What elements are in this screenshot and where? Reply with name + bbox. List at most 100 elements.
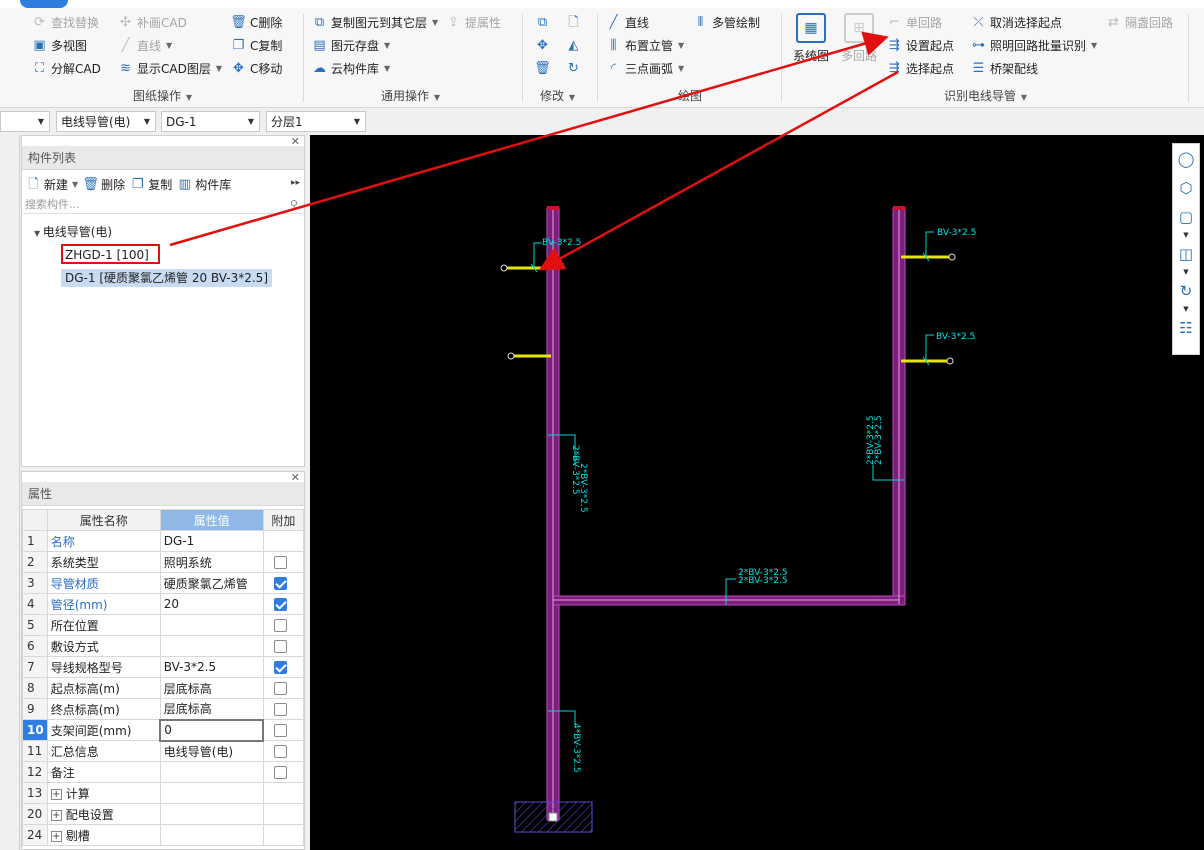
search-input[interactable]: 搜索构件...: [23, 196, 303, 214]
collapse-icon[interactable]: ▼: [34, 229, 43, 238]
dropdown-arrow-icon[interactable]: ▼: [1173, 268, 1199, 276]
group-drawing-ops[interactable]: 图纸操作 ▼: [133, 87, 192, 104]
property-value[interactable]: 0: [159, 718, 265, 742]
property-value[interactable]: [159, 635, 264, 657]
extra-checkbox[interactable]: [273, 682, 287, 695]
multi-pipe-button[interactable]: ⫴ 多管绘制: [693, 12, 760, 32]
extra-checkbox[interactable]: [273, 745, 287, 758]
active-menu-tab[interactable]: [20, 0, 68, 8]
tree-item-zhgd[interactable]: ZHGD-1 [100]: [61, 244, 160, 264]
expand-icon[interactable]: +: [50, 788, 62, 800]
element-save-button[interactable]: ▤ 图元存盘 ▼: [312, 35, 390, 55]
dropdown-arrow-icon[interactable]: ▼: [1173, 305, 1199, 313]
dropdown-arrow-icon[interactable]: ▼: [1173, 231, 1199, 239]
property-row[interactable]: 11 汇总信息 电线导管(电): [22, 740, 304, 762]
three-point-arc-button[interactable]: ◜ 三点画弧 ▼: [606, 58, 684, 78]
extra-checkbox[interactable]: [274, 724, 288, 737]
copy-button[interactable]: ❐ 复制: [130, 176, 172, 193]
property-row[interactable]: 24 + 剔槽: [22, 824, 304, 846]
tree-item-dg1[interactable]: DG-1 [硬质聚氯乙烯管 20 BV-3*2.5]: [61, 269, 272, 287]
start-point-marker[interactable]: [548, 812, 558, 822]
type-combo[interactable]: 电线导管(电) ▼: [56, 111, 156, 132]
property-row[interactable]: 4 管径(mm) 20: [22, 593, 304, 615]
single-loop-button[interactable]: ⌐ 单回路: [887, 12, 942, 32]
c-move-button[interactable]: ✥ C移动: [231, 58, 282, 78]
property-row[interactable]: 12 备注: [22, 761, 304, 783]
modify-copy-button[interactable]: ⧉: [535, 12, 550, 32]
extra-checkbox[interactable]: [273, 661, 287, 674]
extra-checkbox[interactable]: [273, 577, 287, 590]
endpoint-marker[interactable]: [946, 357, 954, 365]
pipe-network[interactable]: [546, 206, 906, 821]
extra-checkbox[interactable]: [273, 598, 287, 611]
property-row[interactable]: 1 名称 DG-1: [22, 530, 304, 552]
extra-checkbox[interactable]: [273, 703, 287, 716]
copy-to-floor-button[interactable]: ⧉ 复制图元到其它层 ▼: [312, 12, 438, 32]
property-row[interactable]: 20 + 配电设置: [22, 803, 304, 825]
property-value[interactable]: 层底标高: [159, 677, 264, 699]
extra-checkbox[interactable]: [273, 556, 287, 569]
endpoint-marker[interactable]: [507, 352, 515, 360]
modify-move-button[interactable]: ✥: [535, 35, 550, 55]
property-row[interactable]: 6 敷设方式: [22, 635, 304, 657]
group-identify[interactable]: 识别电线导管 ▼: [944, 87, 1027, 104]
close-icon[interactable]: ✕: [291, 472, 300, 484]
property-row[interactable]: 9 终点标高(m) 层底标高: [22, 698, 304, 720]
property-row[interactable]: 3 导管材质 硬质聚氯乙烯管: [22, 572, 304, 594]
layer-combo[interactable]: 分层1 ▼: [266, 111, 366, 132]
property-value[interactable]: 硬质聚氯乙烯管: [159, 572, 264, 594]
expand-icon[interactable]: +: [50, 809, 62, 821]
box-view-icon[interactable]: ▢: [1173, 202, 1199, 231]
property-value[interactable]: [159, 782, 264, 804]
modify-mirror-button[interactable]: ◭: [566, 35, 581, 55]
search-icon[interactable]: ⚲: [290, 198, 298, 211]
cloud-library-button[interactable]: ☁ 云构件库 ▼: [312, 58, 390, 78]
cancel-select-start-button[interactable]: ⤫ 取消选择起点: [971, 12, 1062, 32]
property-value[interactable]: [159, 803, 264, 825]
modify-doc-button[interactable]: 🗋: [566, 12, 581, 32]
property-row[interactable]: 5 所在位置: [22, 614, 304, 636]
property-value[interactable]: BV-3*2.5: [159, 656, 264, 678]
endpoint-marker[interactable]: [500, 264, 508, 272]
new-button[interactable]: 🗋 新建 ▼: [26, 176, 78, 193]
set-start-button[interactable]: ⇶ 设置起点: [887, 35, 954, 55]
property-row[interactable]: 2 系统类型 照明系统: [22, 551, 304, 573]
property-value[interactable]: 照明系统: [159, 551, 264, 573]
properties-view-icon[interactable]: ☷: [1173, 313, 1199, 342]
property-value[interactable]: [159, 614, 264, 636]
more-icon[interactable]: ▸▸: [291, 178, 300, 188]
draw-line-button[interactable]: ╱ 直线: [606, 12, 649, 32]
extra-checkbox[interactable]: [273, 766, 287, 779]
group-modify[interactable]: 修改 ▼: [540, 87, 575, 104]
show-cad-layer-button[interactable]: ≋ 显示CAD图层 ▼: [118, 58, 222, 78]
top-view-icon[interactable]: ◫: [1173, 239, 1199, 268]
c-copy-button[interactable]: ❐ C复制: [231, 35, 283, 55]
orbit-icon[interactable]: ◯: [1173, 144, 1199, 173]
rotate-icon[interactable]: ↻: [1173, 276, 1199, 305]
property-row[interactable]: 8 起点标高(m) 层底标高: [22, 677, 304, 699]
explode-cad-button[interactable]: ⛶ 分解CAD: [32, 58, 101, 78]
close-icon[interactable]: ✕: [291, 135, 300, 148]
modify-rotate-button[interactable]: ↻: [566, 58, 581, 78]
property-value[interactable]: [159, 761, 264, 783]
property-value[interactable]: 层底标高: [159, 698, 264, 720]
property-value[interactable]: DG-1: [159, 530, 264, 552]
c-delete-button[interactable]: 🗑 C删除: [230, 12, 282, 32]
modify-delete-button[interactable]: 🗑: [534, 58, 551, 78]
extract-attr-button[interactable]: ⇪ 提属性: [446, 12, 501, 32]
3d-view-icon[interactable]: ⬡: [1173, 173, 1199, 202]
cad-canvas[interactable]: BV-3*2.5 BV-3*2.5 BV-3*2.5 2*BV-3*2.5 2*…: [310, 135, 1204, 850]
select-start-button[interactable]: ⇶ 选择起点: [887, 58, 954, 78]
cad-line-button[interactable]: ╱ 直线 ▼: [118, 35, 173, 55]
multi-view-button[interactable]: ▣ 多视图: [32, 35, 87, 55]
floor-combo[interactable]: ▼: [0, 111, 50, 132]
endpoint-marker[interactable]: [948, 253, 956, 261]
floor-loop-button[interactable]: ⇄ 隔盏回路: [1106, 12, 1173, 32]
component-combo[interactable]: DG-1 ▼: [161, 111, 260, 132]
property-value[interactable]: 20: [159, 593, 264, 615]
property-value[interactable]: 电线导管(电): [159, 740, 264, 762]
extra-checkbox[interactable]: [273, 640, 287, 653]
property-row[interactable]: 13 + 计算: [22, 782, 304, 804]
property-row[interactable]: 7 导线规格型号 BV-3*2.5: [22, 656, 304, 678]
riser-button[interactable]: ⫼ 布置立管 ▼: [606, 35, 685, 55]
